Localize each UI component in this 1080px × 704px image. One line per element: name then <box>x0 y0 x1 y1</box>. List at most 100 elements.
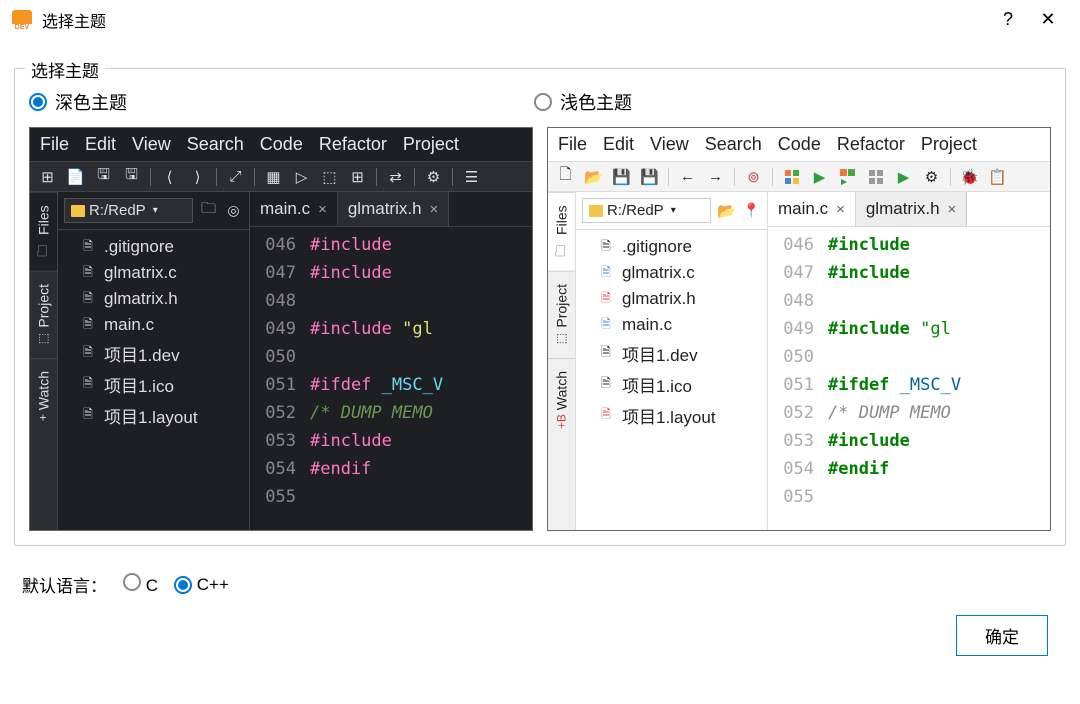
settings-icon[interactable]: ⇄ <box>386 167 405 186</box>
radio-icon <box>534 93 552 111</box>
close-tab-icon[interactable]: × <box>836 201 845 218</box>
file-item[interactable]: 🗎glmatrix.h <box>594 286 767 312</box>
file-item[interactable]: 🗎glmatrix.c <box>76 260 249 286</box>
menu-edit[interactable]: Edit <box>603 134 634 155</box>
code-area[interactable]: 046#include 047#include 048049#include "… <box>768 227 1050 530</box>
dev-file-icon: 🗎 <box>598 346 614 362</box>
menu-view[interactable]: View <box>650 134 689 155</box>
sidebar-tab-project[interactable]: ⬚Project <box>548 271 575 358</box>
play-icon[interactable]: ▷ <box>292 167 311 186</box>
path-bar: R:/RedP ▾ 🗀 ◎ <box>58 192 249 230</box>
debug-run-icon[interactable]: ▶ <box>894 167 913 186</box>
file-item[interactable]: 🗎glmatrix.c <box>594 260 767 286</box>
locate-icon[interactable]: ◎ <box>224 201 243 220</box>
help-button[interactable]: ? <box>988 4 1028 36</box>
dark-preview: File Edit View Search Code Refactor Proj… <box>29 127 533 531</box>
file-list: 🗎.gitignore 🗎glmatrix.c 🗎glmatrix.h 🗎mai… <box>576 230 767 435</box>
file-item[interactable]: 🗎.gitignore <box>76 234 249 260</box>
new-file-icon[interactable]: 🗋 <box>556 167 575 186</box>
folder-open-icon[interactable]: 📂 <box>717 201 736 220</box>
save-all-icon[interactable]: 🖫 <box>122 167 141 186</box>
close-tab-icon[interactable]: × <box>318 201 327 218</box>
list-icon[interactable]: 📋 <box>988 167 1007 186</box>
new-file-icon[interactable]: ⊞ <box>38 167 57 186</box>
sidebar-tab-files[interactable]: 🗀Files <box>30 192 57 271</box>
forward-icon[interactable]: ⟩ <box>188 167 207 186</box>
run-icon[interactable]: ▶ <box>810 167 829 186</box>
open-icon[interactable]: 📂 <box>584 167 603 186</box>
sidebar-tab-watch[interactable]: +BWatch <box>548 358 575 441</box>
forward-icon[interactable]: → <box>706 167 725 186</box>
dark-theme-radio[interactable]: 深色主题 <box>29 89 534 115</box>
editor-tab[interactable]: main.c× <box>768 192 856 226</box>
grid-icon[interactable]: ▦ <box>264 167 283 186</box>
file-list: 🗎.gitignore 🗎glmatrix.c 🗎glmatrix.h 🗎mai… <box>58 230 249 435</box>
light-preview: File Edit View Search Code Refactor Proj… <box>547 127 1051 531</box>
close-tab-icon[interactable]: × <box>948 201 957 218</box>
target-icon[interactable]: ⊚ <box>744 167 763 186</box>
dark-theme-label: 深色主题 <box>55 89 127 115</box>
list-icon[interactable]: ☰ <box>462 167 481 186</box>
menu-file[interactable]: File <box>558 134 587 155</box>
path-input[interactable]: R:/RedP ▾ <box>64 198 193 223</box>
lang-c-radio[interactable]: C <box>123 573 158 596</box>
build-icon[interactable]: ⬚ <box>320 167 339 186</box>
file-item[interactable]: 🗎项目1.dev <box>76 338 249 369</box>
toolbar: ⊞ 📄 🖫 🖫 ⟨ ⟩ ⤢ ▦ ▷ ⬚ ⊞ ⇄ <box>30 161 532 192</box>
file-item[interactable]: 🗎main.c <box>594 312 767 338</box>
close-button[interactable]: ✕ <box>1028 4 1068 36</box>
menu-code[interactable]: Code <box>260 134 303 155</box>
file-item[interactable]: 🗎项目1.ico <box>594 369 767 400</box>
menu-view[interactable]: View <box>132 134 171 155</box>
sidebar-tab-project[interactable]: ⬚Project <box>30 271 57 358</box>
radio-icon <box>29 93 47 111</box>
sidebar-tab-watch[interactable]: +Watch <box>30 358 57 433</box>
menu-code[interactable]: Code <box>778 134 821 155</box>
editor-tab[interactable]: glmatrix.h× <box>338 192 449 226</box>
file-icon: 🗎 <box>80 239 96 255</box>
sidebar-tab-files[interactable]: 🗀Files <box>548 192 575 271</box>
light-theme-radio[interactable]: 浅色主题 <box>534 89 632 115</box>
back-icon[interactable]: ← <box>678 167 697 186</box>
menu-refactor[interactable]: Refactor <box>837 134 905 155</box>
folder-open-icon[interactable]: 🗀 <box>199 201 218 220</box>
menu-edit[interactable]: Edit <box>85 134 116 155</box>
gear-icon[interactable]: ⚙ <box>424 167 443 186</box>
lang-cpp-radio[interactable]: C++ <box>174 575 229 595</box>
grid-icon[interactable] <box>782 167 801 186</box>
default-language-row: 默认语言： C C++ <box>14 546 1066 597</box>
menu-search[interactable]: Search <box>705 134 762 155</box>
editor-tab[interactable]: main.c× <box>250 192 338 226</box>
sidebar-tabs: 🗀Files ⬚Project +BWatch <box>548 192 576 530</box>
file-item[interactable]: 🗎glmatrix.h <box>76 286 249 312</box>
editor-tab[interactable]: glmatrix.h× <box>856 192 967 226</box>
close-tab-icon[interactable]: × <box>430 201 439 218</box>
save-all-icon[interactable]: 💾 <box>640 167 659 186</box>
save-icon[interactable]: 🖫 <box>94 167 113 186</box>
menu-file[interactable]: File <box>40 134 69 155</box>
back-icon[interactable]: ⟨ <box>160 167 179 186</box>
file-item[interactable]: 🗎项目1.layout <box>594 400 767 431</box>
menu-project[interactable]: Project <box>921 134 977 155</box>
file-item[interactable]: 🗎项目1.dev <box>594 338 767 369</box>
file-item[interactable]: 🗎.gitignore <box>594 234 767 260</box>
rebuild-icon[interactable] <box>866 167 885 186</box>
code-area[interactable]: 046#include 047#include 048049#include "… <box>250 227 532 530</box>
expand-icon[interactable]: ⤢ <box>226 167 245 186</box>
path-input[interactable]: R:/RedP ▾ <box>582 198 711 223</box>
menu-refactor[interactable]: Refactor <box>319 134 387 155</box>
radio-icon <box>174 576 192 594</box>
menu-project[interactable]: Project <box>403 134 459 155</box>
save-icon[interactable]: 💾 <box>612 167 631 186</box>
build-run-icon[interactable] <box>838 167 857 186</box>
grid2-icon[interactable]: ⊞ <box>348 167 367 186</box>
ok-button[interactable]: 确定 <box>956 615 1048 656</box>
locate-icon[interactable]: 📍 <box>742 201 761 220</box>
bug-icon[interactable]: 🐞 <box>960 167 979 186</box>
gear-icon[interactable]: ⚙ <box>922 167 941 186</box>
file-item[interactable]: 🗎main.c <box>76 312 249 338</box>
open-icon[interactable]: 📄 <box>66 167 85 186</box>
menu-search[interactable]: Search <box>187 134 244 155</box>
file-item[interactable]: 🗎项目1.layout <box>76 400 249 431</box>
file-item[interactable]: 🗎项目1.ico <box>76 369 249 400</box>
